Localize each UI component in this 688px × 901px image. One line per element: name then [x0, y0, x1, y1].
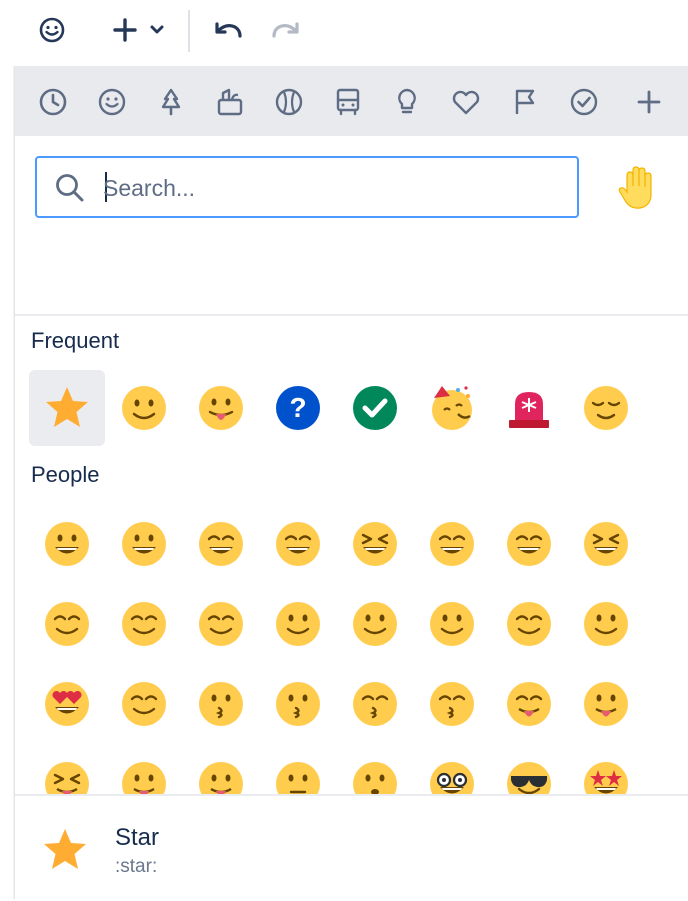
people-emoji[interactable] [337, 746, 413, 794]
people-emoji[interactable] [260, 586, 336, 662]
people-emoji[interactable] [568, 666, 644, 742]
people-emoji[interactable] [183, 586, 259, 662]
svg-text:?: ? [289, 392, 306, 423]
people-emoji[interactable] [183, 746, 259, 794]
toolbar-divider [188, 10, 190, 52]
category-travel[interactable] [328, 82, 368, 122]
people-emoji[interactable] [337, 586, 413, 662]
people-emoji[interactable] [260, 666, 336, 742]
category-frequent[interactable] [33, 82, 73, 122]
star-preview-icon [44, 829, 86, 869]
category-food[interactable] [210, 82, 250, 122]
people-emoji[interactable] [183, 666, 259, 742]
people-emoji[interactable] [414, 746, 490, 794]
preview-name: Star [115, 824, 160, 851]
category-nature[interactable] [151, 82, 191, 122]
insert-plus-icon [113, 18, 164, 42]
check-circle-icon [570, 88, 598, 116]
people-emoji[interactable] [491, 586, 567, 662]
lightbulb-icon [398, 88, 416, 114]
category-flags[interactable] [505, 82, 545, 122]
partying-face-emoji[interactable] [414, 370, 490, 446]
bus-icon [336, 88, 360, 116]
emoji-preview: Star :star: [15, 794, 688, 901]
people-emoji[interactable] [260, 506, 336, 582]
undo-button[interactable] [208, 10, 248, 50]
category-bar [15, 66, 688, 136]
people-emoji[interactable] [260, 746, 336, 794]
food-icon [217, 88, 243, 116]
people-emoji[interactable] [414, 666, 490, 742]
people-emoji[interactable] [29, 506, 105, 582]
heart-icon [452, 90, 480, 115]
category-objects[interactable] [387, 82, 427, 122]
question-emoji[interactable]: ? [260, 370, 336, 446]
people-emoji[interactable] [183, 506, 259, 582]
people-emoji[interactable] [106, 666, 182, 742]
slightly-smiling-emoji[interactable] [106, 370, 182, 446]
relieved-emoji[interactable] [568, 370, 644, 446]
category-activity[interactable] [269, 82, 309, 122]
skin-tone-hand-icon[interactable] [613, 162, 663, 212]
flag-icon [515, 89, 535, 114]
check-mark-emoji[interactable] [337, 370, 413, 446]
people-emoji[interactable] [106, 586, 182, 662]
search-box[interactable] [35, 156, 579, 218]
preview-shortcode: :star: [115, 856, 158, 877]
emoji-grid: Frequent ? People [15, 316, 688, 794]
rotating-light-emoji[interactable] [491, 370, 567, 446]
people-emoji[interactable] [568, 506, 644, 582]
people-emoji[interactable] [106, 746, 182, 794]
category-productivity[interactable] [564, 82, 604, 122]
people-emoji[interactable] [337, 506, 413, 582]
people-emoji[interactable] [29, 666, 105, 742]
clock-icon [39, 88, 67, 116]
category-symbols[interactable] [446, 82, 486, 122]
emoji-icon [39, 17, 65, 43]
tree-icon [161, 88, 181, 116]
redo-button[interactable] [266, 10, 306, 50]
ball-icon [275, 88, 303, 116]
section-title-frequent: Frequent [31, 328, 120, 353]
emoji-button[interactable] [32, 10, 72, 50]
people-emoji[interactable] [414, 586, 490, 662]
star-emoji[interactable] [29, 370, 105, 446]
people-emoji[interactable] [491, 746, 567, 794]
people-emoji[interactable] [568, 586, 644, 662]
people-emoji[interactable] [29, 586, 105, 662]
people-emoji[interactable] [337, 666, 413, 742]
search-icon [56, 174, 84, 202]
insert-button[interactable] [108, 10, 170, 50]
undo-icon [215, 22, 242, 38]
people-emoji[interactable] [414, 506, 490, 582]
people-emoji[interactable] [106, 506, 182, 582]
search-input[interactable] [101, 166, 565, 210]
add-icon [637, 90, 661, 114]
people-emoji[interactable] [29, 746, 105, 794]
category-people[interactable] [92, 82, 132, 122]
people-emoji[interactable] [568, 746, 644, 794]
tongue-out-emoji[interactable] [183, 370, 259, 446]
emoji-picker: Frequent ? People Star :star: [14, 66, 688, 901]
redo-icon [272, 22, 299, 38]
category-add[interactable] [629, 82, 669, 122]
people-emoji[interactable] [491, 666, 567, 742]
editor-toolbar [0, 0, 688, 62]
smiley-icon [98, 88, 126, 116]
section-title-people: People [31, 462, 100, 487]
people-emoji[interactable] [491, 506, 567, 582]
